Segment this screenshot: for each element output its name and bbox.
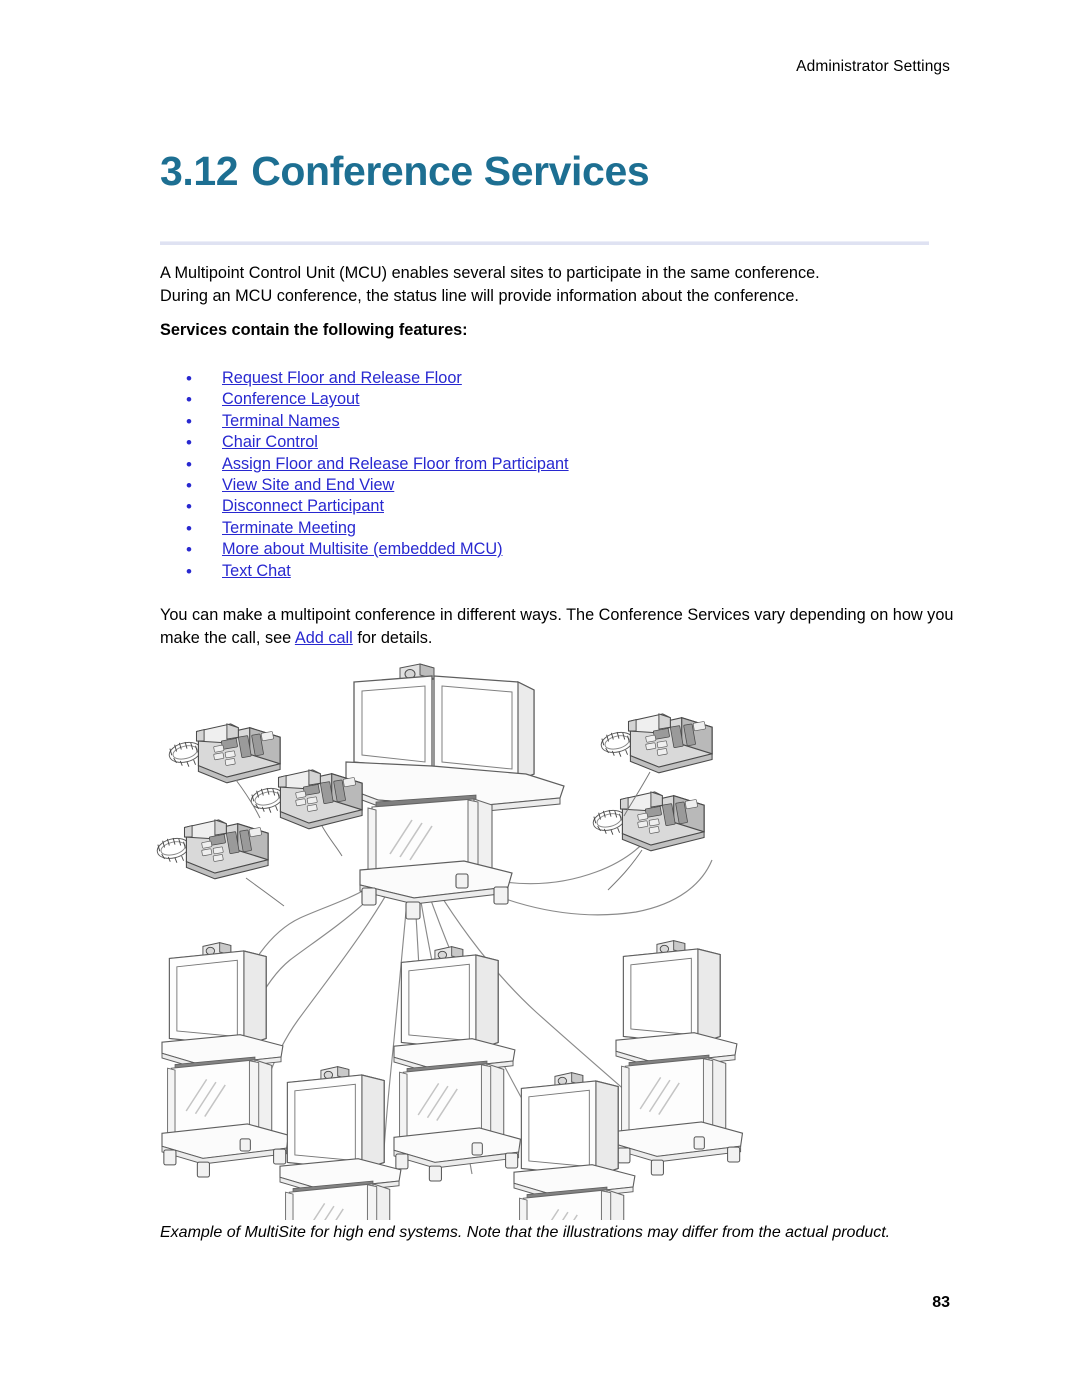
features-list: • Request Floor and Release Floor • Confere… xyxy=(186,368,886,582)
intro-paragraph: A Multipoint Control Unit (MCU) enables … xyxy=(160,262,950,308)
telephone-2 xyxy=(248,769,363,830)
paragraph-text-after-link: for details. xyxy=(352,629,433,647)
feature-link[interactable]: More about Multisite (embedded MCU) xyxy=(222,540,503,558)
feature-list-item: • Text Chat xyxy=(186,561,886,582)
title-divider xyxy=(160,241,929,245)
document-page: Administrator Settings 3.12 Conference Se… xyxy=(0,0,1080,1397)
telephone-3 xyxy=(154,819,269,880)
feature-list-item: • Conference Layout xyxy=(186,389,886,410)
central-mcu-cart xyxy=(345,663,565,920)
feature-list-item: • More about Multisite (embedded MCU) xyxy=(186,539,886,560)
conference-ways-paragraph: You can make a multipoint conference in … xyxy=(160,604,960,650)
bullet-icon: • xyxy=(186,454,192,474)
bullet-icon: • xyxy=(186,540,192,560)
feature-link[interactable]: Chair Control xyxy=(222,433,318,451)
video-cart-bottom-left xyxy=(279,1065,408,1220)
video-cart-left xyxy=(161,941,290,1178)
bullet-icon: • xyxy=(186,369,192,388)
section-title-text: Conference Services xyxy=(251,148,650,194)
feature-link[interactable]: Request Floor and Release Floor xyxy=(222,369,462,387)
feature-link[interactable]: Assign Floor and Release Floor from Part… xyxy=(222,455,569,473)
feature-link[interactable]: Text Chat xyxy=(222,562,291,580)
feature-link[interactable]: Terminal Names xyxy=(222,412,340,430)
bullet-icon: • xyxy=(186,561,192,581)
feature-link[interactable]: Disconnect Participant xyxy=(222,497,384,515)
page-title: 3.12 Conference Services xyxy=(160,148,650,195)
telephone-1 xyxy=(166,723,281,784)
telephone-5 xyxy=(590,791,705,852)
feature-link[interactable]: Conference Layout xyxy=(222,390,360,408)
video-cart-right xyxy=(615,939,744,1176)
feature-list-item: • Request Floor and Release Floor xyxy=(186,368,886,389)
feature-link[interactable]: View Site and End View xyxy=(222,476,394,494)
features-subheading: Services contain the following features: xyxy=(160,321,468,339)
section-number: 3.12 xyxy=(160,148,239,194)
feature-list-item: • Disconnect Participant xyxy=(186,496,886,517)
paragraph-text-before-link: You can make a multipoint conference in … xyxy=(160,606,954,647)
telephone-4 xyxy=(598,713,713,774)
bullet-icon: • xyxy=(186,433,192,453)
caption-line-1: Example of MultiSite for high end system… xyxy=(160,1224,828,1241)
caption-line-2: product. xyxy=(832,1224,891,1241)
feature-list-item: • Assign Floor and Release Floor from Par… xyxy=(186,454,886,475)
bullet-icon: • xyxy=(186,518,192,538)
page-number: 83 xyxy=(932,1294,950,1311)
bullet-icon: • xyxy=(186,475,192,495)
running-header: Administrator Settings xyxy=(796,58,950,75)
bullet-icon: • xyxy=(186,390,192,410)
multisite-diagram-svg xyxy=(154,663,744,1220)
add-call-link[interactable]: Add call xyxy=(295,629,353,647)
bullet-icon: • xyxy=(186,411,192,431)
intro-line-2: During an MCU conference, the status lin… xyxy=(160,287,799,305)
feature-list-item: • Terminal Names xyxy=(186,411,886,432)
video-cart-center xyxy=(393,945,522,1182)
feature-list-item: • Chair Control xyxy=(186,432,886,453)
intro-line-1: A Multipoint Control Unit (MCU) enables … xyxy=(160,264,820,282)
figure-caption: Example of MultiSite for high end system… xyxy=(160,1222,950,1244)
bullet-icon: • xyxy=(186,497,192,517)
feature-list-item: • View Site and End View xyxy=(186,475,886,496)
feature-list-item: • Terminate Meeting xyxy=(186,518,886,539)
feature-link[interactable]: Terminate Meeting xyxy=(222,519,356,537)
multisite-diagram xyxy=(150,650,790,1220)
